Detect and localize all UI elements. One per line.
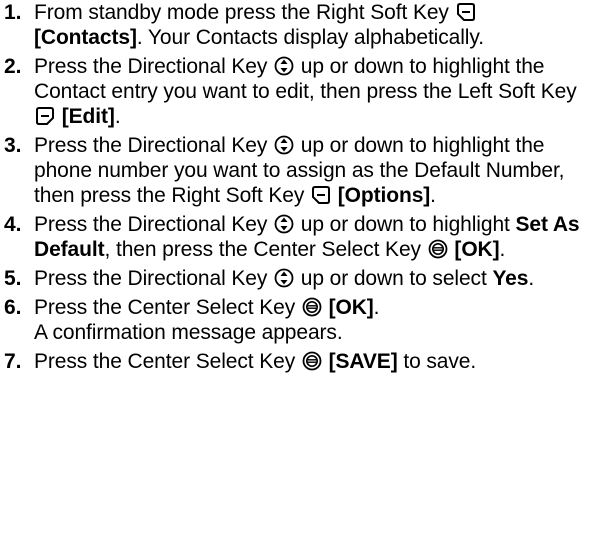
- step-number: 4.: [4, 213, 22, 236]
- step-text: Press the Center Select Key [SAVE] to sa…: [34, 350, 477, 373]
- right-soft-key-icon: [311, 185, 331, 205]
- step-number: 6.: [4, 296, 22, 319]
- step-number: 2.: [4, 55, 22, 78]
- instruction-steps: 1. From standby mode press the Right Sof…: [0, 0, 590, 374]
- step-number: 1.: [4, 1, 22, 24]
- step-number: 7.: [4, 350, 22, 373]
- step-1: 1. From standby mode press the Right Sof…: [0, 0, 590, 50]
- step-text: Press the Center Select Key [OK]. A conf…: [34, 296, 380, 344]
- step-text: From standby mode press the Right Soft K…: [34, 1, 484, 49]
- step-4: 4. Press the Directional Key up or down …: [0, 212, 590, 262]
- step-number: 3.: [4, 134, 22, 157]
- step-6: 6. Press the Center Select Key [OK]. A c…: [0, 295, 590, 345]
- directional-key-icon: [274, 268, 294, 288]
- step-3: 3. Press the Directional Key up or down …: [0, 133, 590, 208]
- step-text: Press the Directional Key up or down to …: [34, 267, 535, 290]
- directional-key-icon: [274, 135, 294, 155]
- step-text: Press the Directional Key up or down to …: [34, 134, 565, 207]
- directional-key-icon: [274, 214, 294, 234]
- confirmation-note: A confirmation message appears.: [34, 321, 343, 344]
- step-text: Press the Directional Key up or down to …: [34, 55, 577, 128]
- step-5: 5. Press the Directional Key up or down …: [0, 266, 590, 291]
- directional-key-icon: [274, 56, 294, 76]
- center-select-key-icon: [302, 351, 322, 371]
- step-2: 2. Press the Directional Key up or down …: [0, 54, 590, 129]
- step-7: 7. Press the Center Select Key [SAVE] to…: [0, 349, 590, 374]
- center-select-key-icon: [302, 297, 322, 317]
- left-soft-key-icon: [35, 106, 55, 126]
- center-select-key-icon: [428, 239, 448, 259]
- step-number: 5.: [4, 267, 22, 290]
- step-text: Press the Directional Key up or down to …: [34, 213, 580, 261]
- right-soft-key-icon: [456, 2, 476, 22]
